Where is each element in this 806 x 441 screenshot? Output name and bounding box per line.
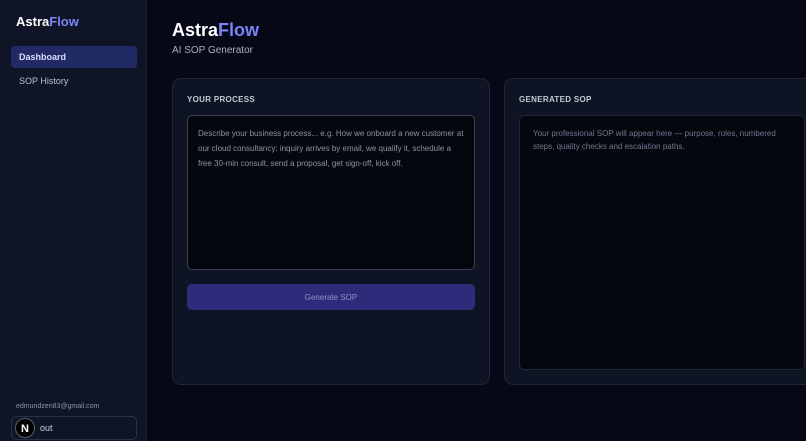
sidebar-item-dashboard[interactable]: Dashboard — [11, 46, 137, 68]
generate-sop-button[interactable]: Generate SOP — [187, 284, 475, 310]
process-heading: YOUR PROCESS — [187, 95, 256, 104]
sidebar-item-sop-history[interactable]: SOP History — [11, 70, 137, 92]
logo-text-accent: Flow — [49, 14, 79, 29]
logo-text-primary: Astra — [16, 14, 50, 29]
generated-sop-output[interactable]: Your professional SOP will appear here —… — [519, 115, 805, 370]
output-placeholder: Your professional SOP will appear here —… — [533, 129, 776, 151]
generated-sop-heading: GENERATED SOP — [519, 95, 592, 104]
sidebar-item-label: Dashboard — [19, 52, 67, 62]
sidebar-item-label: SOP History — [19, 76, 69, 86]
page-subtitle: AI SOP Generator — [172, 45, 253, 56]
app-logo[interactable]: AstraFlow — [16, 14, 79, 29]
title-text-accent: Flow — [218, 20, 260, 40]
page-title: AstraFlow — [172, 20, 259, 41]
n-overlay-badge[interactable]: N — [15, 418, 35, 438]
process-input[interactable] — [187, 115, 475, 270]
sidebar: AstraFlow Dashboard SOP History edmundze… — [0, 0, 147, 441]
title-text-primary: Astra — [172, 20, 219, 40]
logout-label: out — [40, 423, 53, 433]
user-email: edmundzen83@gmail.com — [16, 403, 100, 410]
